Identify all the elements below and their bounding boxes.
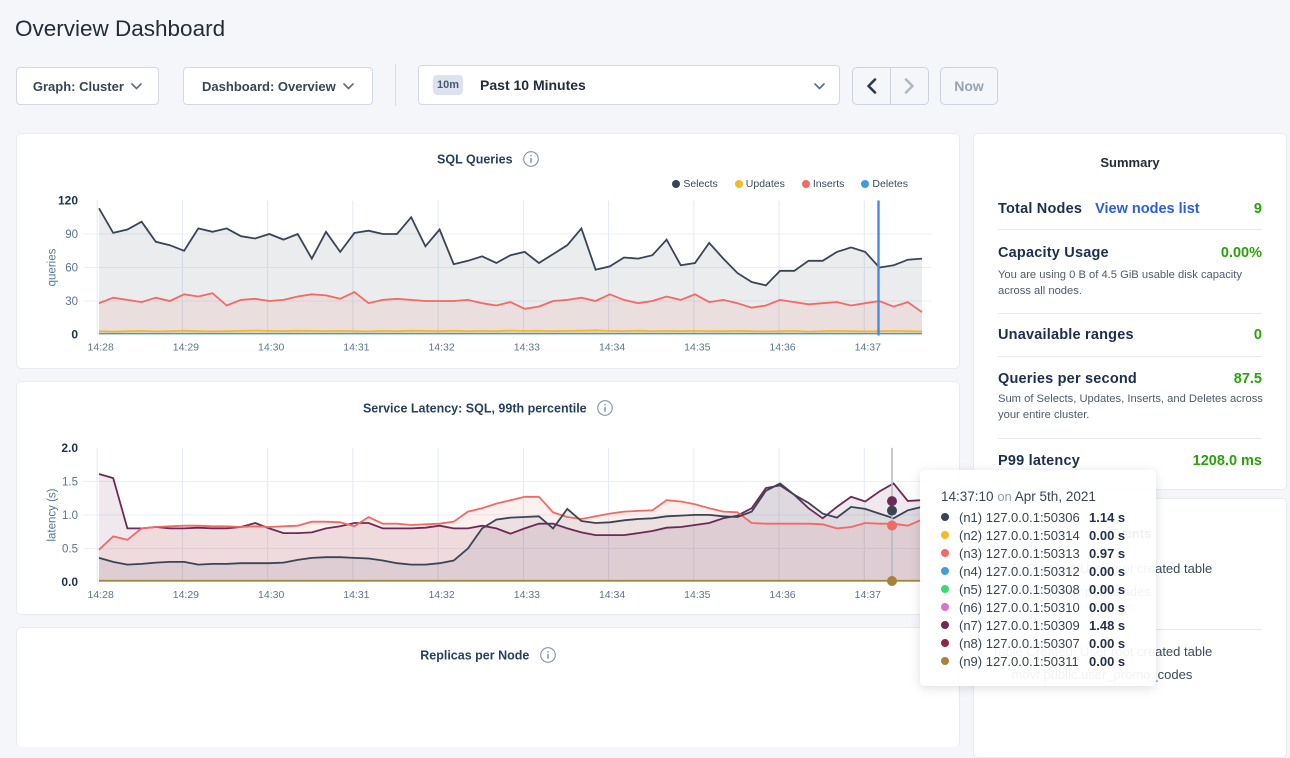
svg-text:14:37: 14:37 — [855, 342, 881, 354]
svg-text:14:36: 14:36 — [769, 589, 795, 601]
svg-text:1.0: 1.0 — [62, 509, 78, 521]
svg-text:latency (s): latency (s) — [47, 488, 59, 541]
svg-text:90: 90 — [65, 229, 78, 241]
svg-text:30: 30 — [65, 296, 78, 308]
svg-text:14:29: 14:29 — [173, 342, 199, 354]
svg-text:14:36: 14:36 — [769, 342, 795, 354]
svg-text:14:34: 14:34 — [599, 342, 625, 354]
svg-text:1.5: 1.5 — [62, 476, 78, 488]
svg-text:14:31: 14:31 — [343, 342, 369, 354]
svg-text:14:28: 14:28 — [88, 342, 114, 354]
svg-text:14:33: 14:33 — [514, 342, 540, 354]
svg-text:0.0: 0.0 — [61, 575, 78, 589]
svg-text:14:37: 14:37 — [855, 589, 881, 601]
svg-text:queries: queries — [47, 248, 59, 286]
svg-text:14:33: 14:33 — [514, 589, 540, 601]
svg-text:60: 60 — [65, 263, 78, 275]
svg-text:0: 0 — [71, 328, 78, 342]
svg-text:14:28: 14:28 — [88, 589, 114, 601]
svg-text:2.0: 2.0 — [61, 440, 78, 454]
svg-text:0.5: 0.5 — [62, 543, 78, 555]
svg-text:14:35: 14:35 — [684, 589, 710, 601]
svg-text:14:32: 14:32 — [428, 342, 454, 354]
svg-text:14:34: 14:34 — [599, 589, 625, 601]
svg-text:14:30: 14:30 — [258, 589, 284, 601]
svg-text:14:30: 14:30 — [258, 342, 284, 354]
svg-text:120: 120 — [58, 194, 78, 208]
svg-text:14:29: 14:29 — [173, 589, 199, 601]
svg-text:14:35: 14:35 — [684, 342, 710, 354]
svg-text:14:32: 14:32 — [428, 589, 454, 601]
svg-text:14:31: 14:31 — [343, 589, 369, 601]
